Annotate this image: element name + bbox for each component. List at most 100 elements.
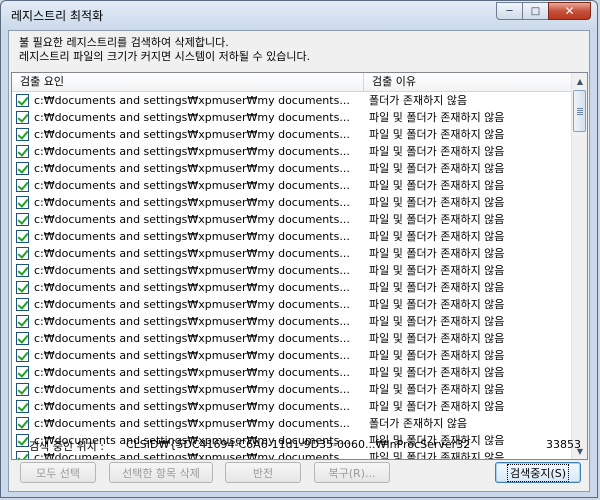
column-header-reason[interactable]: 검출 이유	[365, 73, 572, 91]
row-path: c:₩documents and settings₩xpmuser₩my doc…	[34, 94, 350, 107]
registry-optimizer-window: 레지스트리 최적화 ─ □ ✕ 불 필요한 레지스트리를 검색하여 삭제합니다.…	[0, 0, 598, 498]
row-checkbox[interactable]	[16, 213, 29, 226]
row-checkbox[interactable]	[16, 417, 29, 430]
close-button[interactable]: ✕	[548, 2, 591, 20]
row-reason: 파일 및 폴더가 존재하지 않음	[369, 264, 505, 277]
row-checkbox[interactable]	[16, 196, 29, 209]
select-all-button[interactable]: 모두 선택	[20, 462, 96, 483]
column-header-cause[interactable]: 검출 요인	[12, 73, 364, 91]
description-line-1: 불 필요한 레지스트리를 검색하여 삭제합니다.	[19, 36, 229, 49]
row-path: c:₩documents and settings₩xpmuser₩my doc…	[34, 349, 350, 362]
row-checkbox[interactable]	[16, 230, 29, 243]
delete-selected-button[interactable]: 선택한 항목 삭제	[109, 462, 213, 483]
scroll-up-button[interactable]: ▲	[573, 73, 587, 89]
description-line-2: 레지스트리 파일의 크기가 커지면 시스템이 저하될 수 있습니다.	[19, 50, 311, 63]
row-reason: 파일 및 폴더가 존재하지 않음	[369, 366, 505, 379]
list-item[interactable]: c:₩documents and settings₩xpmuser₩my doc…	[12, 177, 572, 194]
status-label: 검색 중인 위치 :	[29, 440, 104, 453]
stop-search-button[interactable]: 검색중지(S)	[495, 462, 581, 483]
row-reason: 파일 및 폴더가 존재하지 않음	[369, 349, 505, 362]
list-rows: c:₩documents and settings₩xpmuser₩my doc…	[12, 92, 572, 459]
row-checkbox[interactable]	[16, 383, 29, 396]
vertical-scrollbar[interactable]: ▲ ▼	[571, 73, 587, 459]
row-path: c:₩documents and settings₩xpmuser₩my doc…	[34, 145, 350, 158]
row-checkbox[interactable]	[16, 162, 29, 175]
row-path: c:₩documents and settings₩xpmuser₩my doc…	[34, 196, 350, 209]
row-path: c:₩documents and settings₩xpmuser₩my doc…	[34, 281, 350, 294]
restore-button[interactable]: 복구(R)...	[314, 462, 390, 483]
list-item[interactable]: c:₩documents and settings₩xpmuser₩my doc…	[12, 364, 572, 381]
close-icon: ✕	[564, 4, 575, 18]
row-reason: 파일 및 폴더가 존재하지 않음	[369, 230, 505, 243]
row-path: c:₩documents and settings₩xpmuser₩my doc…	[34, 417, 350, 430]
row-path: c:₩documents and settings₩xpmuser₩my doc…	[34, 298, 350, 311]
row-checkbox[interactable]	[16, 349, 29, 362]
row-path: c:₩documents and settings₩xpmuser₩my doc…	[34, 111, 350, 124]
stop-search-label: 검색중지(S)	[506, 463, 570, 482]
row-reason: 파일 및 폴더가 존재하지 않음	[369, 162, 505, 175]
row-reason: 파일 및 폴더가 존재하지 않음	[369, 128, 505, 141]
list-item[interactable]: c:₩documents and settings₩xpmuser₩my doc…	[12, 279, 572, 296]
row-path: c:₩documents and settings₩xpmuser₩my doc…	[34, 366, 350, 379]
row-reason: 파일 및 폴더가 존재하지 않음	[369, 196, 505, 209]
row-checkbox[interactable]	[16, 400, 29, 413]
row-path: c:₩documents and settings₩xpmuser₩my doc…	[34, 383, 350, 396]
results-list[interactable]: 검출 요인 검출 이유 c:₩documents and settings₩xp…	[11, 72, 588, 460]
list-item[interactable]: c:₩documents and settings₩xpmuser₩my doc…	[12, 211, 572, 228]
title-bar[interactable]: 레지스트리 최적화 ─ □ ✕	[1, 1, 597, 29]
list-item[interactable]: c:₩documents and settings₩xpmuser₩my doc…	[12, 109, 572, 126]
row-checkbox[interactable]	[16, 434, 29, 447]
row-path: c:₩documents and settings₩xpmuser₩my doc…	[34, 213, 350, 226]
window-title: 레지스트리 최적화	[11, 9, 104, 23]
row-checkbox[interactable]	[16, 298, 29, 311]
status-current-path: CLSID₩{5DC41694-C6A6-11d1-9D35-0060...₩I…	[126, 438, 471, 451]
row-reason: 파일 및 폴더가 존재하지 않음	[369, 281, 505, 294]
row-reason: 파일 및 폴더가 존재하지 않음	[369, 400, 505, 413]
status-count: 33853	[546, 438, 581, 451]
row-checkbox[interactable]	[16, 128, 29, 141]
list-item[interactable]: c:₩documents and settings₩xpmuser₩my doc…	[12, 228, 572, 245]
row-checkbox[interactable]	[16, 281, 29, 294]
row-checkbox[interactable]	[16, 332, 29, 345]
row-reason: 파일 및 폴더가 존재하지 않음	[369, 332, 505, 345]
row-path: c:₩documents and settings₩xpmuser₩my doc…	[34, 332, 350, 345]
list-item[interactable]: c:₩documents and settings₩xpmuser₩my doc…	[12, 245, 572, 262]
row-checkbox[interactable]	[16, 111, 29, 124]
row-path: c:₩documents and settings₩xpmuser₩my doc…	[34, 315, 350, 328]
row-path: c:₩documents and settings₩xpmuser₩my doc…	[34, 128, 350, 141]
row-checkbox[interactable]	[16, 247, 29, 260]
list-item[interactable]: c:₩documents and settings₩xpmuser₩my doc…	[12, 194, 572, 211]
minimize-button[interactable]: ─	[496, 2, 522, 20]
row-reason: 폴더가 존재하지 않음	[369, 417, 468, 430]
chevron-up-icon: ▲	[576, 76, 584, 86]
scroll-thumb[interactable]	[573, 90, 586, 132]
row-checkbox[interactable]	[16, 264, 29, 277]
list-item[interactable]: c:₩documents and settings₩xpmuser₩my doc…	[12, 381, 572, 398]
row-path: c:₩documents and settings₩xpmuser₩my doc…	[34, 400, 350, 413]
list-item[interactable]: c:₩documents and settings₩xpmuser₩my doc…	[12, 262, 572, 279]
list-item[interactable]: c:₩documents and settings₩xpmuser₩my doc…	[12, 160, 572, 177]
row-reason: 파일 및 폴더가 존재하지 않음	[369, 179, 505, 192]
row-checkbox[interactable]	[16, 145, 29, 158]
list-item[interactable]: c:₩documents and settings₩xpmuser₩my doc…	[12, 347, 572, 364]
row-checkbox[interactable]	[16, 366, 29, 379]
row-reason: 폴더가 존재하지 않음	[369, 94, 468, 107]
caption-buttons: ─ □ ✕	[496, 2, 591, 21]
row-checkbox[interactable]	[16, 179, 29, 192]
list-item[interactable]: c:₩documents and settings₩xpmuser₩my doc…	[12, 313, 572, 330]
row-checkbox[interactable]	[16, 451, 29, 459]
maximize-icon: □	[530, 5, 541, 17]
row-path: c:₩documents and settings₩xpmuser₩my doc…	[34, 162, 350, 175]
row-checkbox[interactable]	[16, 94, 29, 107]
invert-selection-button[interactable]: 반전	[225, 462, 301, 483]
list-item[interactable]: c:₩documents and settings₩xpmuser₩my doc…	[12, 143, 572, 160]
list-item[interactable]: c:₩documents and settings₩xpmuser₩my doc…	[12, 296, 572, 313]
maximize-button[interactable]: □	[522, 2, 548, 20]
list-item[interactable]: c:₩documents and settings₩xpmuser₩my doc…	[12, 330, 572, 347]
list-item[interactable]: c:₩documents and settings₩xpmuser₩my doc…	[12, 415, 572, 432]
row-checkbox[interactable]	[16, 315, 29, 328]
list-item[interactable]: c:₩documents and settings₩xpmuser₩my doc…	[12, 92, 572, 109]
list-item[interactable]: c:₩documents and settings₩xpmuser₩my doc…	[12, 398, 572, 415]
row-path: c:₩documents and settings₩xpmuser₩my doc…	[34, 179, 350, 192]
list-item[interactable]: c:₩documents and settings₩xpmuser₩my doc…	[12, 126, 572, 143]
